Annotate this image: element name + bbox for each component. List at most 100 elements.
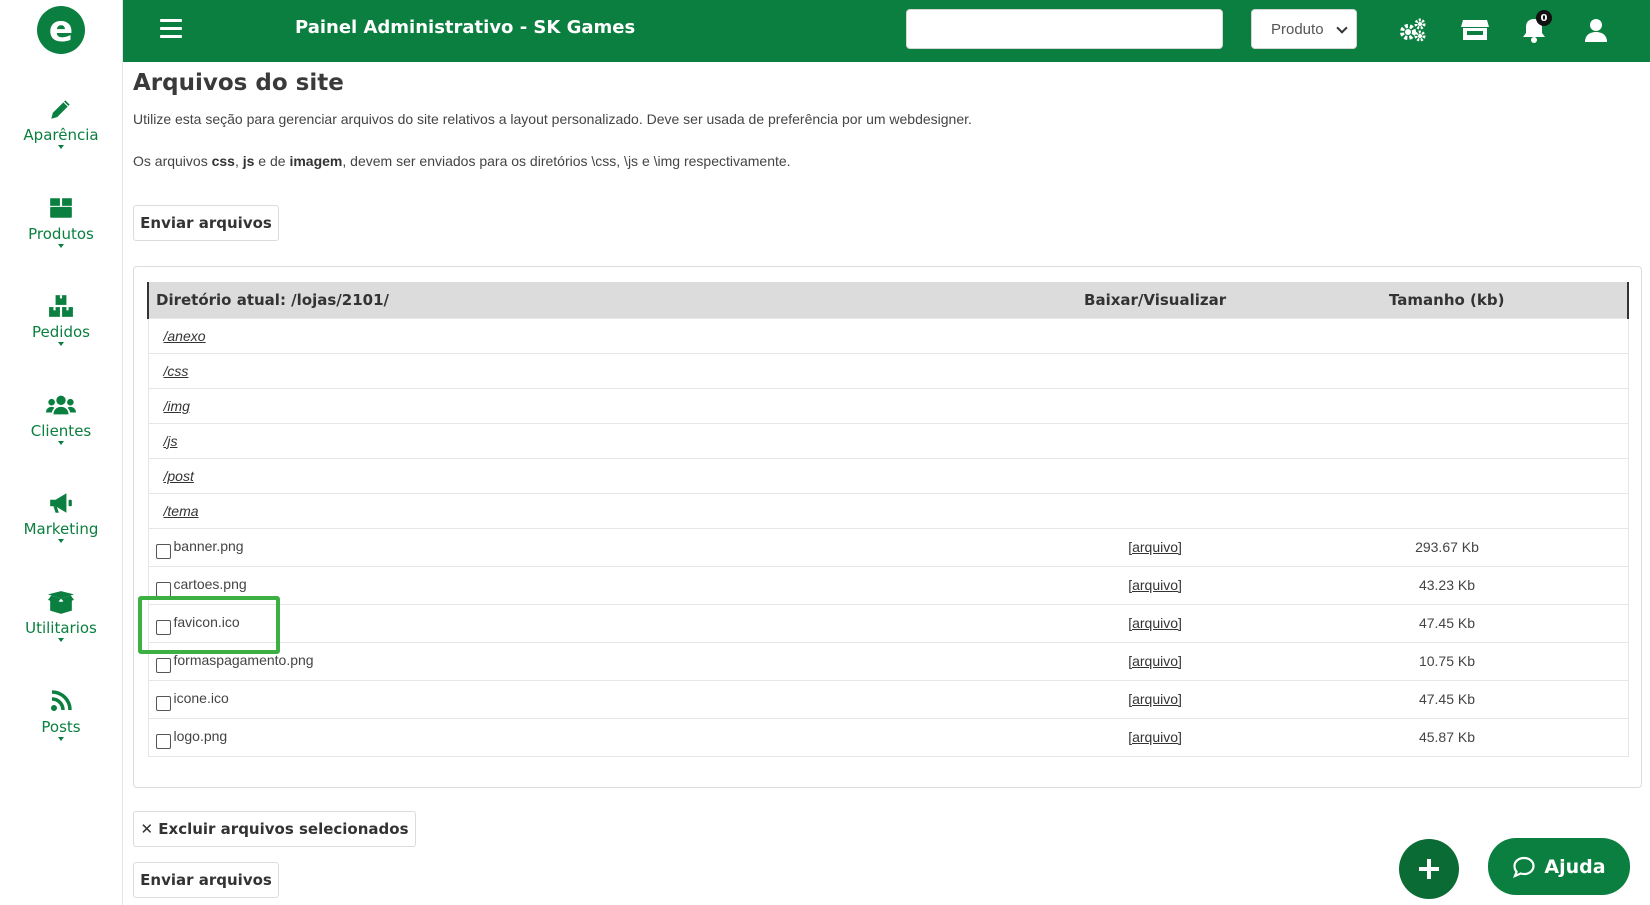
directory-link[interactable]: /post bbox=[164, 468, 194, 484]
directory-row: /css bbox=[147, 352, 1629, 389]
file-name: icone.ico bbox=[173, 689, 229, 706]
directory-row: /img bbox=[147, 387, 1629, 424]
sidebar-item-aparencia[interactable]: Aparência bbox=[0, 94, 122, 174]
sidebar-item-label: Utilitarios bbox=[25, 619, 97, 637]
sidebar-item-marketing[interactable]: Marketing bbox=[0, 488, 122, 568]
help-button[interactable]: Ajuda bbox=[1488, 838, 1630, 895]
notification-badge: 0 bbox=[1536, 10, 1552, 26]
add-button[interactable] bbox=[1399, 839, 1459, 899]
chat-icon bbox=[1513, 856, 1536, 878]
file-name: banner.png bbox=[173, 537, 244, 554]
file-download-link[interactable]: [arquivo] bbox=[1128, 653, 1182, 669]
directory-row: /anexo bbox=[147, 317, 1629, 354]
chevron-down-icon bbox=[58, 342, 64, 346]
file-checkbox[interactable] bbox=[155, 619, 171, 635]
file-row: formaspagamento.png [arquivo] 10.75 Kb bbox=[147, 641, 1629, 681]
sidebar-item-posts[interactable]: Posts bbox=[0, 686, 122, 766]
search-input[interactable] bbox=[906, 9, 1223, 49]
upload-files-button-bottom[interactable]: Enviar arquivos bbox=[133, 862, 279, 898]
chevron-down-icon bbox=[58, 441, 64, 445]
file-row: favicon.ico [arquivo] 47.45 Kb bbox=[147, 603, 1629, 643]
page-title: Arquivos do site bbox=[133, 70, 344, 96]
chevron-down-icon bbox=[1336, 22, 1348, 34]
user-icon[interactable] bbox=[1581, 15, 1611, 45]
chevron-down-icon bbox=[58, 737, 64, 741]
table-header: Diretório atual: /lojas/2101/ Baixar/Vis… bbox=[147, 282, 1629, 318]
sidebar-item-label: Aparência bbox=[23, 126, 99, 144]
files-table: Diretório atual: /lojas/2101/ Baixar/Vis… bbox=[147, 282, 1629, 757]
boxes-icon bbox=[46, 291, 76, 321]
file-checkbox[interactable] bbox=[155, 733, 171, 749]
file-checkbox[interactable] bbox=[155, 657, 171, 673]
file-size: 293.67 Kb bbox=[1266, 527, 1629, 567]
file-download-link[interactable]: [arquivo] bbox=[1128, 691, 1182, 707]
page-description: Utilize esta seção para gerenciar arquiv… bbox=[133, 111, 972, 127]
chevron-down-icon bbox=[58, 145, 64, 149]
file-name: logo.png bbox=[173, 727, 228, 744]
gears-icon[interactable] bbox=[1398, 15, 1428, 45]
file-download-link[interactable]: [arquivo] bbox=[1128, 577, 1182, 593]
file-size: 47.45 Kb bbox=[1266, 679, 1629, 719]
rss-icon bbox=[46, 686, 76, 716]
search-type-select[interactable]: Produto bbox=[1251, 9, 1357, 49]
directory-row: /post bbox=[147, 457, 1629, 494]
menu-icon[interactable] bbox=[160, 19, 182, 39]
megaphone-icon bbox=[46, 488, 76, 518]
upload-files-button[interactable]: Enviar arquivos bbox=[133, 205, 279, 241]
box-icon bbox=[46, 193, 76, 223]
file-download-link[interactable]: [arquivo] bbox=[1128, 539, 1182, 555]
file-row: logo.png [arquivo] 45.87 Kb bbox=[147, 717, 1629, 757]
topbar: Painel Administrativo - SK Games Produto… bbox=[123, 0, 1650, 62]
directory-row: /tema bbox=[147, 492, 1629, 529]
sidebar-item-pedidos[interactable]: Pedidos bbox=[0, 291, 122, 371]
users-icon bbox=[46, 390, 76, 420]
file-size: 47.45 Kb bbox=[1266, 603, 1629, 643]
sidebar-item-label: Posts bbox=[41, 718, 81, 736]
current-directory-header: Diretório atual: /lojas/2101/ bbox=[147, 282, 1044, 318]
directory-link[interactable]: /js bbox=[164, 433, 178, 449]
delete-selected-button[interactable]: ✕ Excluir arquivos selecionados bbox=[133, 811, 416, 847]
file-row: cartoes.png [arquivo] 43.23 Kb bbox=[147, 565, 1629, 605]
files-panel: Diretório atual: /lojas/2101/ Baixar/Vis… bbox=[133, 266, 1642, 788]
app-title: Painel Administrativo - SK Games bbox=[295, 17, 636, 38]
directory-link[interactable]: /anexo bbox=[164, 328, 206, 344]
file-row: icone.ico [arquivo] 47.45 Kb bbox=[147, 679, 1629, 719]
sidebar-item-produtos[interactable]: Produtos bbox=[0, 193, 122, 273]
logo[interactable]: e bbox=[37, 6, 85, 54]
sidebar-item-clientes[interactable]: Clientes bbox=[0, 390, 122, 470]
store-icon[interactable] bbox=[1460, 15, 1490, 45]
file-checkbox[interactable] bbox=[155, 695, 171, 711]
file-download-link[interactable]: [arquivo] bbox=[1128, 615, 1182, 631]
search-type-value: Produto bbox=[1271, 20, 1323, 38]
sidebar-item-utilitarios[interactable]: Utilitarios bbox=[0, 587, 122, 667]
directory-row: /js bbox=[147, 422, 1629, 459]
file-download-link[interactable]: [arquivo] bbox=[1128, 729, 1182, 745]
file-name: cartoes.png bbox=[173, 575, 247, 592]
sidebar-item-label: Clientes bbox=[30, 422, 92, 440]
download-header: Baixar/Visualizar bbox=[1043, 282, 1267, 318]
file-row: banner.png [arquivo] 293.67 Kb bbox=[147, 527, 1629, 567]
file-name: favicon.ico bbox=[173, 613, 240, 630]
sidebar-item-label: Pedidos bbox=[32, 323, 90, 341]
file-checkbox[interactable] bbox=[155, 543, 171, 559]
chevron-down-icon bbox=[58, 539, 64, 543]
chevron-down-icon bbox=[58, 244, 64, 248]
upload-note: Os arquivos css, js e de imagem, devem s… bbox=[133, 153, 791, 169]
sidebar-item-label: Marketing bbox=[23, 520, 99, 538]
size-header: Tamanho (kb) bbox=[1266, 282, 1629, 318]
plus-icon bbox=[1419, 859, 1439, 879]
file-size: 10.75 Kb bbox=[1266, 641, 1629, 681]
pencil-icon bbox=[46, 94, 76, 124]
box-open-icon bbox=[46, 587, 76, 617]
directory-link[interactable]: /css bbox=[164, 363, 189, 379]
sidebar: e Aparência Produtos Pedidos Clientes Ma… bbox=[0, 0, 123, 905]
file-size: 45.87 Kb bbox=[1266, 717, 1629, 757]
directory-link[interactable]: /tema bbox=[164, 503, 199, 519]
file-size: 43.23 Kb bbox=[1266, 565, 1629, 605]
chevron-down-icon bbox=[58, 638, 64, 642]
help-label: Ajuda bbox=[1544, 855, 1606, 878]
bell-icon[interactable]: 0 bbox=[1519, 10, 1552, 45]
file-checkbox[interactable] bbox=[155, 581, 171, 597]
file-name: formaspagamento.png bbox=[173, 651, 314, 668]
directory-link[interactable]: /img bbox=[164, 398, 190, 414]
